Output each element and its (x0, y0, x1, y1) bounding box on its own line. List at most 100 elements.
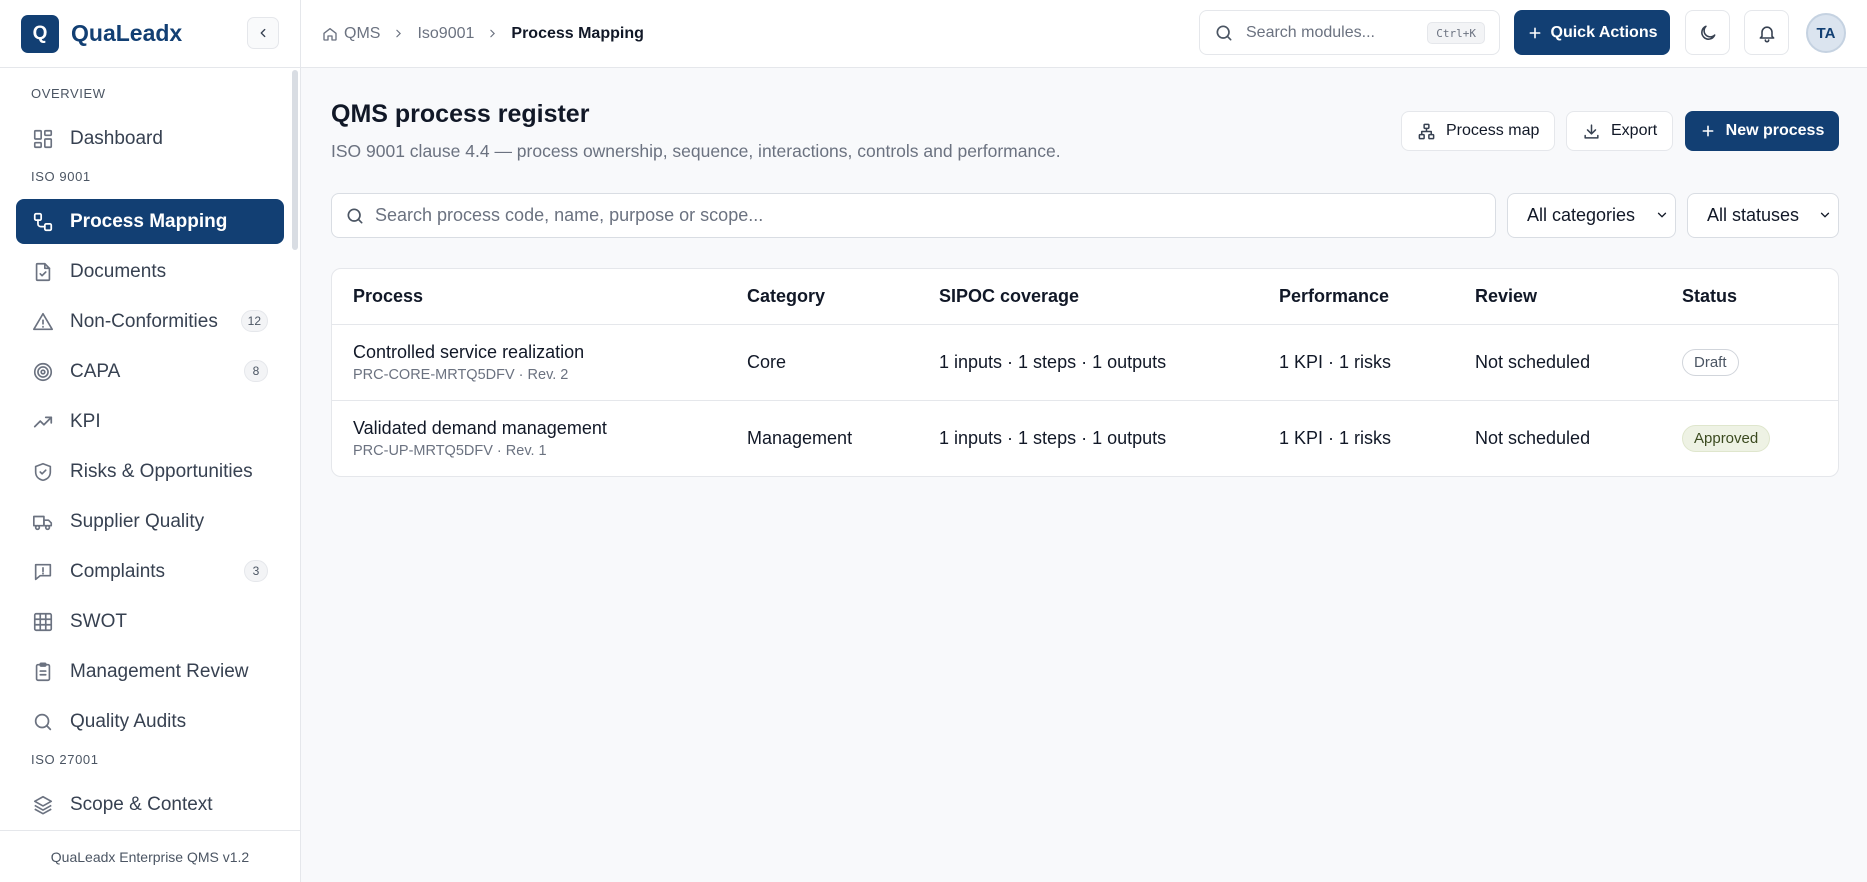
column-header-status[interactable]: Status (1682, 286, 1737, 307)
table-row[interactable]: Validated demand management PRC-UP-MRTQ5… (332, 401, 1838, 476)
section-label-iso9001: ISO 9001 (31, 169, 91, 184)
sidebar-item-process-mapping[interactable]: Process Mapping (16, 199, 284, 244)
sidebar-scrollbar[interactable] (292, 70, 298, 250)
count-badge: 12 (240, 310, 268, 332)
sidebar-nav: OVERVIEW Dashboard ISO 9001 Process Mapp… (0, 68, 300, 830)
sidebar-item-risks[interactable]: Risks & Opportunities (16, 449, 284, 494)
moon-icon (1700, 25, 1715, 40)
process-category: Core (747, 352, 787, 372)
page-title: QMS process register (331, 100, 590, 128)
plus-icon (1529, 27, 1540, 38)
column-header-performance[interactable]: Performance (1279, 286, 1389, 307)
column-header-process[interactable]: Process (353, 286, 423, 307)
status-filter-select[interactable]: All statuses (1687, 193, 1839, 238)
breadcrumb-label: QMS (344, 24, 381, 42)
column-header-category[interactable]: Category (747, 286, 825, 307)
sidebar-item-swot[interactable]: SWOT (16, 599, 284, 644)
process-code: PRC-CORE-MRTQ5DFV · Rev. 2 (353, 367, 569, 383)
process-sipoc: 1 inputs · 1 steps · 1 outputs (939, 428, 1167, 448)
download-icon (1584, 123, 1599, 139)
table-header: Process Category SIPOC coverage Performa… (332, 269, 1838, 325)
column-header-review[interactable]: Review (1475, 286, 1537, 307)
plus-icon (1702, 125, 1714, 137)
export-button[interactable]: Export (1566, 111, 1674, 151)
column-header-sipoc[interactable]: SIPOC coverage (939, 286, 1079, 307)
process-name[interactable]: Controlled service realization (353, 342, 584, 363)
category-filter-value: All categories (1527, 205, 1636, 225)
user-avatar[interactable]: TA (1806, 13, 1846, 53)
chevron-down-icon (1657, 212, 1667, 218)
new-process-button[interactable]: New process (1685, 111, 1839, 151)
process-flow-icon (33, 212, 53, 231)
process-review: Not scheduled (1475, 352, 1591, 372)
theme-toggle-button[interactable] (1685, 10, 1730, 55)
sidebar-item-label: SWOT (70, 610, 127, 632)
truck-icon (33, 515, 53, 530)
sidebar-item-label: CAPA (70, 360, 121, 382)
main-content: QMS process register ISO 9001 clause 4.4… (301, 68, 1867, 882)
process-map-button[interactable]: Process map (1401, 111, 1556, 151)
sidebar-item-label: Documents (70, 260, 167, 282)
bell-icon (1759, 25, 1774, 42)
notifications-button[interactable] (1744, 10, 1789, 55)
sidebar-item-dashboard[interactable]: Dashboard (16, 116, 284, 161)
sidebar-item-scope-context[interactable]: Scope & Context (16, 782, 284, 827)
search-icon (347, 208, 363, 223)
sidebar-item-capa[interactable]: CAPA 8 (16, 349, 284, 394)
process-sipoc: 1 inputs · 1 steps · 1 outputs (939, 352, 1167, 372)
sidebar-item-label: Quality Audits (70, 710, 187, 732)
process-performance: 1 KPI · 1 risks (1279, 428, 1392, 448)
chevron-left-icon (260, 28, 266, 38)
search-icon (1216, 25, 1232, 41)
category-filter-select[interactable]: All categories (1507, 193, 1676, 238)
chevron-right-icon (486, 27, 499, 40)
clipboard-icon (35, 661, 51, 681)
process-map-label: Process map (1446, 122, 1540, 139)
brand-header: Q QuaLeadx (0, 0, 300, 68)
count-badge: 3 (244, 560, 268, 582)
status-badge: Approved (1682, 425, 1771, 452)
sidebar-item-label: Scope & Context (70, 793, 213, 815)
breadcrumb-item-iso9001[interactable]: Iso9001 (417, 25, 474, 43)
sidebar-footer: QuaLeadx Enterprise QMS v1.2 (0, 830, 300, 882)
table-row[interactable]: Controlled service realization PRC-CORE-… (332, 325, 1838, 401)
brand-logo[interactable]: Q (21, 14, 59, 53)
quick-actions-label: Quick Actions (1550, 23, 1658, 41)
process-performance: 1 KPI · 1 risks (1279, 352, 1392, 372)
process-name[interactable]: Validated demand management (353, 418, 607, 439)
sidebar-item-quality-audits[interactable]: Quality Audits (16, 699, 284, 744)
brand-name[interactable]: QuaLeadx (71, 20, 182, 47)
quick-actions-button[interactable]: Quick Actions (1514, 10, 1670, 55)
trending-up-icon (33, 416, 53, 427)
process-search-input[interactable]: Search process code, name, purpose or sc… (331, 193, 1496, 238)
chevron-right-icon (392, 27, 405, 40)
sidebar-collapse-button[interactable] (247, 17, 279, 49)
sidebar-item-label: Management Review (70, 660, 249, 682)
sidebar-item-kpi[interactable]: KPI (16, 399, 284, 444)
top-bar: QMS Iso9001 Process Mapping Search modul… (301, 0, 1867, 68)
sidebar-item-non-conformities[interactable]: Non-Conformities 12 (16, 299, 284, 344)
section-label-iso27001: ISO 27001 (31, 752, 99, 767)
document-check-icon (35, 262, 51, 281)
process-search-placeholder: Search process code, name, purpose or sc… (375, 205, 764, 225)
chevron-down-icon (1820, 212, 1830, 218)
count-badge: 8 (244, 360, 268, 382)
sidebar-item-management-review[interactable]: Management Review (16, 649, 284, 694)
target-icon (33, 362, 53, 381)
shield-check-icon (34, 462, 52, 481)
sidebar: Q QuaLeadx OVERVIEW Dashboard ISO 9001 P… (0, 0, 301, 882)
process-review: Not scheduled (1475, 428, 1591, 448)
new-process-label: New process (1725, 122, 1825, 139)
sidebar-item-supplier-quality[interactable]: Supplier Quality (16, 499, 284, 544)
grid-table-icon (33, 612, 53, 631)
module-search-input[interactable]: Search modules... Ctrl+K (1199, 10, 1500, 55)
export-label: Export (1611, 122, 1658, 139)
breadcrumb: QMS Iso9001 Process Mapping (322, 25, 644, 43)
sidebar-item-complaints[interactable]: Complaints 3 (16, 549, 284, 594)
breadcrumb-item-qms[interactable]: QMS (322, 25, 380, 43)
sidebar-item-documents[interactable]: Documents (16, 249, 284, 294)
status-badge: Draft (1682, 349, 1739, 376)
process-code: PRC-UP-MRTQ5DFV · Rev. 1 (353, 443, 547, 459)
sitemap-icon (1418, 123, 1435, 139)
sidebar-item-label: Dashboard (70, 127, 163, 149)
